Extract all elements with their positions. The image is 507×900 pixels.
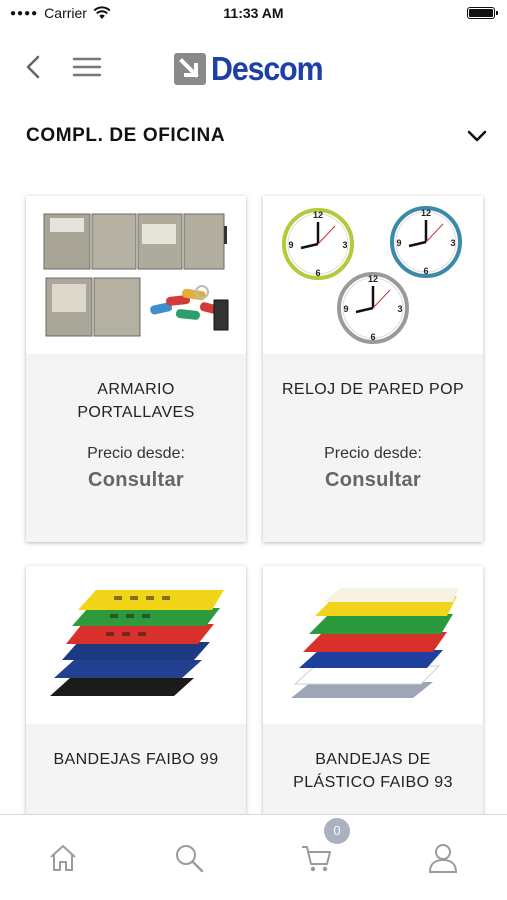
price-label: Precio desde: — [324, 445, 422, 462]
svg-text:9: 9 — [288, 240, 293, 250]
product-card[interactable]: 12 3 6 9 12 3 6 9 12 3 6 9 RELOJ DE PARED POP Pre… — [263, 196, 483, 542]
cart-count-badge: 0 — [324, 818, 350, 844]
chevron-down-icon[interactable] — [467, 126, 487, 146]
product-name: BANDEJAS DE PLÁSTICO FAIBO 93 — [293, 751, 453, 791]
product-name: RELOJ DE PARED POP — [281, 381, 465, 398]
plastic-trays-image — [263, 566, 483, 724]
svg-text:12: 12 — [421, 208, 431, 218]
bottom-tab-bar — [0, 814, 507, 900]
status-bar: ●●●● Carrier 11:33 AM — [0, 0, 507, 26]
category-title: COMPL. DE OFICINA — [26, 125, 226, 146]
svg-text:6: 6 — [315, 268, 320, 278]
cart-icon[interactable] — [300, 841, 334, 875]
svg-text:6: 6 — [370, 332, 375, 342]
app-header: Descom — [0, 40, 507, 96]
product-card[interactable]: BANDEJAS FAIBO 99 — [26, 566, 246, 826]
home-icon[interactable] — [46, 841, 80, 875]
svg-text:3: 3 — [397, 304, 402, 314]
product-card[interactable]: BANDEJAS DE PLÁSTICO FAIBO 93 — [263, 566, 483, 826]
hamburger-menu-icon[interactable] — [72, 54, 102, 80]
product-price: Consultar — [87, 469, 185, 491]
svg-text:12: 12 — [313, 210, 323, 220]
svg-text:9: 9 — [396, 238, 401, 248]
price-label: Precio desde: — [87, 445, 185, 462]
letter-trays-image — [26, 566, 246, 724]
user-icon[interactable] — [426, 841, 460, 875]
svg-text:3: 3 — [342, 240, 347, 250]
product-name: BANDEJAS FAIBO 99 — [53, 751, 219, 768]
logo-arrow-icon — [174, 53, 206, 85]
category-selector[interactable]: COMPL. DE OFICINA — [0, 116, 507, 156]
product-card[interactable]: ARMARIO PORTALLAVES Precio desde: Consul… — [26, 196, 246, 542]
product-name: ARMARIO PORTALLAVES — [77, 381, 195, 421]
svg-text:12: 12 — [368, 274, 378, 284]
key-cabinets-image — [26, 196, 246, 354]
battery-icon — [467, 7, 498, 19]
back-arrow-icon[interactable] — [20, 52, 50, 82]
product-price: Consultar — [324, 469, 422, 491]
search-icon[interactable] — [172, 841, 206, 875]
svg-text:9: 9 — [343, 304, 348, 314]
logo-text: Descom — [211, 50, 324, 87]
descom-logo[interactable]: Descom — [174, 50, 332, 88]
svg-text:6: 6 — [423, 266, 428, 276]
clock: 11:33 AM — [223, 5, 284, 21]
svg-text:3: 3 — [450, 238, 455, 248]
wall-clocks-image: 12 3 6 9 12 3 6 9 12 3 6 9 — [263, 196, 483, 354]
